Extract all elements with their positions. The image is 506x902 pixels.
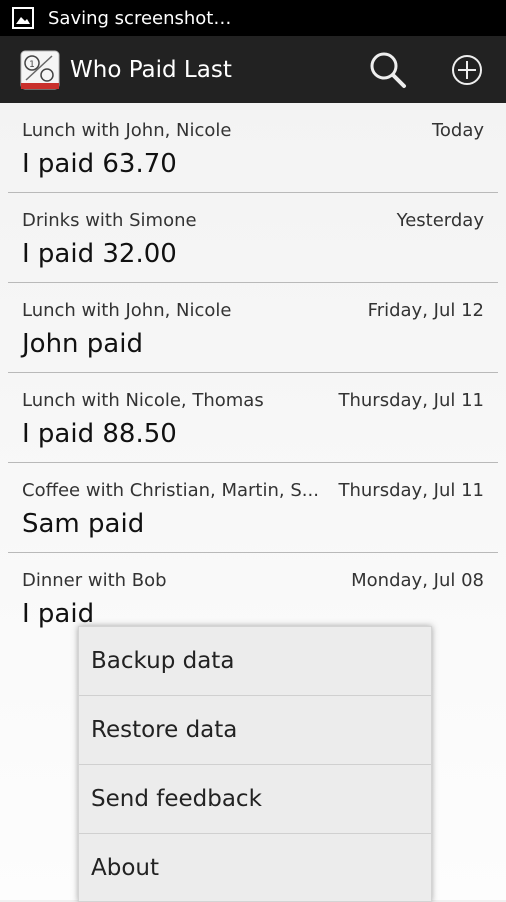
entry-payer: I paid 32.00 xyxy=(22,239,177,269)
entry-description: Lunch with Nicole, Thomas xyxy=(22,390,264,411)
list-item[interactable]: Lunch with John, Nicole Today I paid 63.… xyxy=(8,103,498,193)
menu-item-send-feedback[interactable]: Send feedback xyxy=(79,765,431,834)
entry-date: Thursday, Jul 11 xyxy=(338,390,485,411)
svg-text:1: 1 xyxy=(29,60,35,70)
entry-description: Lunch with John, Nicole xyxy=(22,120,232,141)
status-bar: Saving screenshot… xyxy=(0,0,506,36)
menu-item-about[interactable]: About xyxy=(79,834,431,902)
menu-item-backup-data[interactable]: Backup data xyxy=(79,627,431,696)
entry-payer: I paid 63.70 xyxy=(22,149,177,179)
action-bar: 1 Who Paid Last xyxy=(0,36,506,103)
list-item[interactable]: Drinks with Simone Yesterday I paid 32.0… xyxy=(8,193,498,283)
plus-circle-icon xyxy=(442,55,492,98)
list-item[interactable]: Coffee with Christian, Martin, S... Thur… xyxy=(8,463,498,553)
list-item[interactable]: Lunch with Nicole, Thomas Thursday, Jul … xyxy=(8,373,498,463)
menu-item-restore-data[interactable]: Restore data xyxy=(79,696,431,765)
entry-description: Drinks with Simone xyxy=(22,210,197,231)
search-button[interactable] xyxy=(362,46,412,94)
entry-payer: I paid 88.50 xyxy=(22,419,177,449)
entry-date: Monday, Jul 08 xyxy=(351,570,484,591)
entry-payer: I paid xyxy=(22,599,95,629)
entry-payer: John paid xyxy=(22,329,143,359)
entry-date: Friday, Jul 12 xyxy=(367,300,484,321)
overflow-menu: Backup data Restore data Send feedback A… xyxy=(78,626,432,902)
entry-description: Dinner with Bob xyxy=(22,570,167,591)
entry-description: Lunch with John, Nicole xyxy=(22,300,232,321)
add-entry-button[interactable] xyxy=(442,46,492,94)
list-item[interactable]: Lunch with John, Nicole Friday, Jul 12 J… xyxy=(8,283,498,373)
app-logo-icon[interactable]: 1 xyxy=(20,50,60,90)
entry-date: Today xyxy=(431,120,484,141)
entry-description: Coffee with Christian, Martin, S... xyxy=(22,480,319,501)
entry-payer: Sam paid xyxy=(22,509,145,539)
app-title: Who Paid Last xyxy=(70,56,232,83)
entry-date: Yesterday xyxy=(396,210,484,231)
notification-text: Saving screenshot… xyxy=(48,7,232,29)
entry-date: Thursday, Jul 11 xyxy=(338,480,485,501)
image-notification-icon xyxy=(12,7,34,29)
search-icon xyxy=(362,52,412,98)
